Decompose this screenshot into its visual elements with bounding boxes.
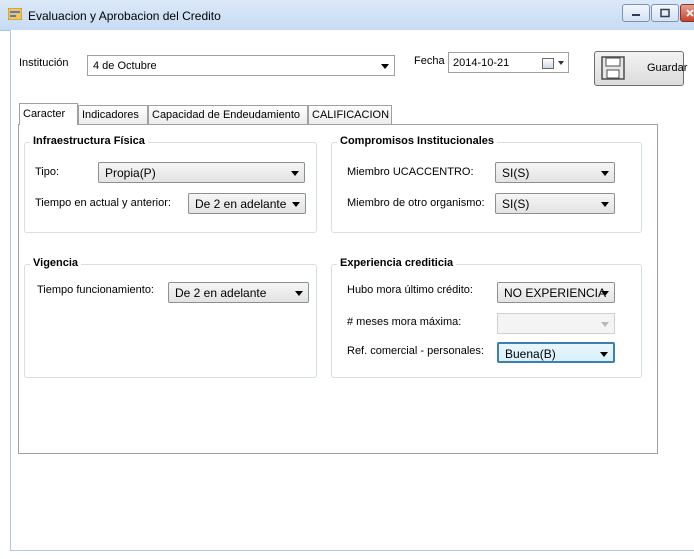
tab-capacidad-endeudamiento[interactable]: Capacidad de Endeudamiento [148, 105, 308, 124]
chevron-down-icon [558, 61, 564, 65]
compromisos-title: Compromisos Institucionales [337, 135, 498, 147]
miembro-ucaccentro-label: Miembro UCACCENTRO: [347, 166, 474, 178]
tiempo-funcionamiento-label: Tiempo funcionamiento: [37, 284, 154, 296]
ref-comercial-combo[interactable]: Buena(B) [497, 342, 615, 363]
institucion-label: Institución [19, 57, 69, 69]
miembro-otro-value: SI(S) [502, 197, 530, 211]
tab-label: CALIFICACION [312, 109, 390, 121]
mora-value: NO EXPERIENCIA [504, 286, 607, 300]
app-form-icon [8, 8, 22, 20]
tiempo-funcionamiento-value: De 2 en adelante [175, 286, 267, 300]
meses-mora-combo[interactable] [497, 313, 615, 334]
maximize-icon [660, 8, 670, 18]
tipo-combo[interactable]: Propia(P) [98, 162, 305, 183]
close-button[interactable] [680, 4, 694, 22]
miembro-otro-label: Miembro de otro organismo: [347, 197, 485, 209]
chevron-down-icon [295, 291, 303, 296]
institucion-combo[interactable]: 4 de Octubre [87, 55, 395, 76]
mora-label: Hubo mora último crédito: [347, 284, 473, 296]
institucion-value: 4 de Octubre [93, 60, 157, 72]
tab-label: Indicadores [82, 109, 139, 121]
chevron-down-icon [600, 352, 608, 357]
maximize-button[interactable] [651, 4, 679, 22]
tipo-label: Tipo: [35, 166, 60, 178]
guardar-label: Guardar [647, 62, 688, 74]
tipo-value: Propia(P) [105, 166, 156, 180]
guardar-button[interactable]: Guardar [594, 51, 688, 86]
minimize-button[interactable] [622, 4, 650, 22]
vigencia-title: Vigencia [30, 257, 82, 269]
mora-combo[interactable]: NO EXPERIENCIA [497, 282, 615, 303]
window-title: Evaluacion y Aprobacion del Credito [28, 9, 221, 23]
infraestructura-title: Infraestructura Física [30, 135, 148, 147]
vigencia-group: Vigencia Tiempo funcionamiento: De 2 en … [24, 257, 317, 378]
chevron-down-icon [601, 322, 609, 327]
experiencia-group: Experiencia crediticia Hubo mora último … [331, 257, 642, 378]
tiempo-actual-value: De 2 en adelante [195, 197, 287, 211]
miembro-ucaccentro-combo[interactable]: SI(S) [495, 162, 615, 183]
title-bar: Evaluacion y Aprobacion del Credito [0, 0, 694, 31]
ref-comercial-value: Buena(B) [505, 347, 556, 361]
tab-label: Caracter [23, 108, 66, 120]
tab-caracter[interactable]: Caracter [19, 103, 78, 125]
chevron-down-icon [291, 171, 299, 176]
fecha-datepicker[interactable]: 2014-10-21 [448, 52, 569, 73]
tab-calificacion[interactable]: CALIFICACION [308, 105, 392, 124]
tab-indicadores[interactable]: Indicadores [78, 105, 148, 124]
tiempo-actual-combo[interactable]: De 2 en adelante [188, 193, 306, 214]
compromisos-group: Compromisos Institucionales Miembro UCAC… [331, 135, 642, 233]
chevron-down-icon [601, 291, 609, 296]
fecha-value: 2014-10-21 [453, 57, 510, 69]
tab-page-caracter: Infraestructura Física Tipo: Propia(P) T… [18, 124, 658, 454]
chevron-down-icon [292, 202, 300, 207]
infraestructura-group: Infraestructura Física Tipo: Propia(P) T… [24, 135, 317, 233]
close-icon [686, 9, 694, 17]
chevron-down-icon [381, 64, 389, 69]
form-client-area: Institución 4 de Octubre Fecha 2014-10-2… [10, 30, 694, 551]
tiempo-funcionamiento-combo[interactable]: De 2 en adelante [168, 282, 309, 303]
save-floppy-icon [601, 56, 625, 80]
meses-mora-label: # meses mora máxima: [347, 316, 462, 328]
chevron-down-icon [601, 202, 609, 207]
tiempo-actual-label: Tiempo en actual y anterior: [35, 197, 171, 209]
ref-comercial-label: Ref. comercial - personales: [347, 345, 484, 357]
miembro-otro-combo[interactable]: SI(S) [495, 193, 615, 214]
experiencia-title: Experiencia crediticia [337, 257, 457, 269]
fecha-label: Fecha [414, 55, 445, 67]
miembro-ucaccentro-value: SI(S) [502, 166, 530, 180]
calendar-icon [542, 58, 554, 69]
tab-label: Capacidad de Endeudamiento [152, 109, 301, 121]
chevron-down-icon [601, 171, 609, 176]
minimize-icon [632, 14, 640, 16]
